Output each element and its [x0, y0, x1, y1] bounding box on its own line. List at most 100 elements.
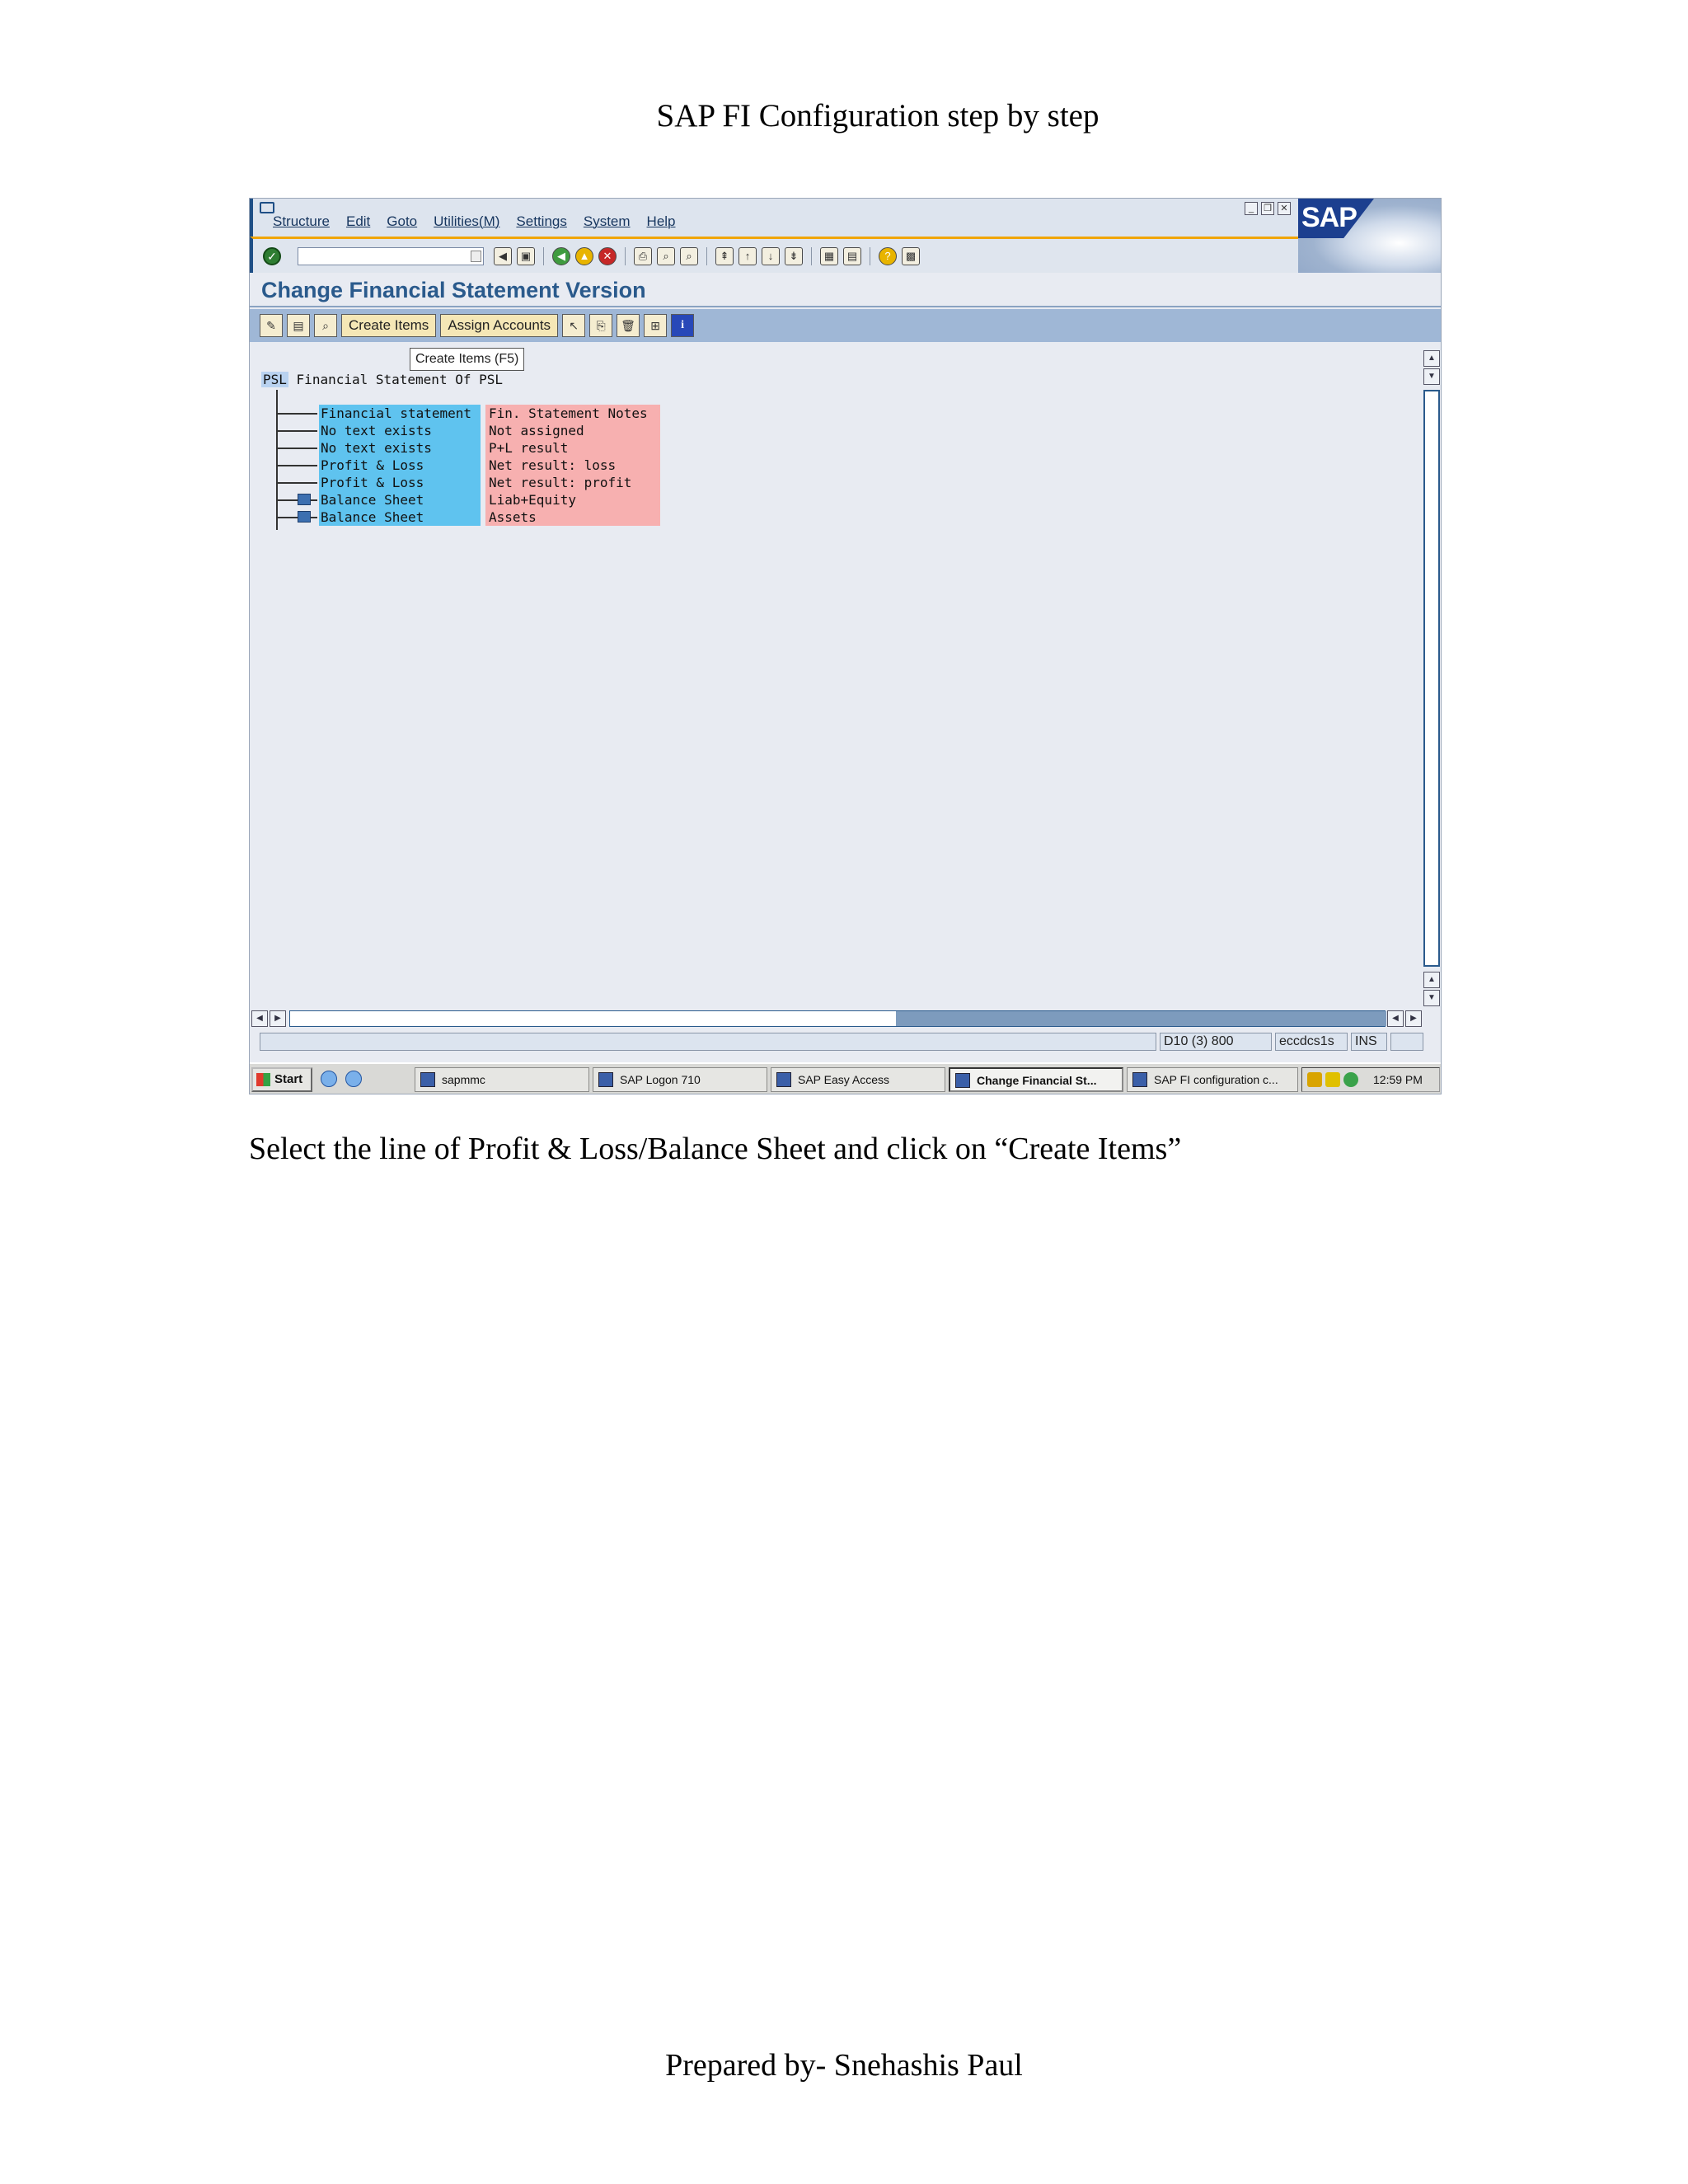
application-toolbar: ✎ ▤ ⌕ Create Items Assign Accounts ↖ ⎘ 🗑… [250, 309, 1441, 342]
select-cursor-icon[interactable]: ↖ [562, 314, 586, 337]
tree-node-text: Balance Sheet [319, 491, 481, 509]
status-mode[interactable]: INS [1351, 1033, 1387, 1051]
tree-root-text: Financial Statement Of PSL [296, 372, 503, 387]
info-icon[interactable]: i [671, 314, 695, 337]
display-change-icon[interactable]: ▤ [287, 314, 310, 337]
standard-toolbar: ✓ ◀ ▣ ◀ ▲ ✕ ⎙ ⌕ ⌕ ⇞ ↑ ↓ ⇟ ▦ ▤ ? ▩ [250, 237, 1298, 273]
start-button[interactable]: Start [251, 1067, 312, 1092]
standard-toolbar-icons: ◀ ▣ ◀ ▲ ✕ ⎙ ⌕ ⌕ ⇞ ↑ ↓ ⇟ ▦ ▤ ? ▩ [494, 247, 920, 265]
toolbar-separator [811, 247, 812, 265]
folder-expand-icon[interactable] [298, 511, 311, 523]
horizontal-scrollbar[interactable]: ◀ ▶ ◀ ▶ [250, 1010, 1441, 1028]
delete-trash-icon[interactable]: 🗑 [617, 314, 640, 337]
tree-branch-line [276, 499, 317, 501]
vertical-scroll-track[interactable] [1423, 390, 1440, 967]
document-caption: Select the line of Profit & Loss/Balance… [249, 1132, 1182, 1166]
page-up-icon[interactable]: ▲ [1423, 972, 1440, 988]
tree-root[interactable]: PSL Financial Statement Of PSL [261, 372, 503, 387]
task-sap-logon[interactable]: SAP Logon 710 [593, 1067, 767, 1092]
tree-branch-line [276, 413, 317, 415]
hierarchy-icon[interactable]: ⊞ [644, 314, 668, 337]
scroll-up-icon[interactable]: ▲ [1423, 350, 1440, 367]
other-version-icon[interactable]: ⌕ [314, 314, 337, 337]
document-footer: Prepared by- Snehashis Paul [665, 2048, 1023, 2083]
create-items-button[interactable]: Create Items [341, 314, 437, 337]
tree-node-text: Profit & Loss [319, 457, 481, 474]
cancel-icon[interactable]: ✕ [598, 247, 617, 265]
system-menu-icon[interactable] [260, 202, 274, 213]
menu-system[interactable]: System [584, 213, 631, 235]
minimize-icon[interactable]: _ [1245, 202, 1258, 215]
tree-node-text: No text exists [319, 439, 481, 457]
print-icon[interactable]: ⎙ [634, 247, 652, 265]
toolbar-separator [543, 247, 544, 265]
horizontal-scroll-track[interactable] [289, 1010, 1386, 1027]
screen-title: Change Financial Statement Version [261, 278, 646, 302]
command-field[interactable] [298, 247, 484, 265]
scroll-down-icon[interactable]: ▼ [1423, 990, 1440, 1006]
menu-settings[interactable]: Settings [516, 213, 566, 235]
tree-root-key: PSL [261, 372, 288, 387]
status-resize-grip-icon[interactable] [1390, 1033, 1423, 1051]
menu-bar: Structure Edit Goto Utilities(M) Setting… [273, 213, 676, 235]
page-down-icon[interactable]: ▼ [1423, 368, 1440, 385]
folder-expand-icon[interactable] [298, 494, 311, 505]
close-icon[interactable]: ✕ [1278, 202, 1291, 215]
new-session-icon[interactable]: ▦ [820, 247, 838, 265]
enter-check-icon[interactable]: ✓ [263, 247, 281, 265]
status-system[interactable]: D10 (3) 800 [1160, 1033, 1272, 1051]
vertical-scrollbar[interactable]: ▲ ▼ ▲ ▼ [1423, 349, 1441, 1010]
scroll-right-icon[interactable]: ▶ [1405, 1010, 1422, 1027]
tray-clock: 12:59 PM [1373, 1073, 1423, 1086]
previous-page-icon[interactable]: ↑ [738, 247, 757, 265]
scroll-left-end-icon[interactable]: ◀ [1387, 1010, 1404, 1027]
task-sapmmc[interactable]: sapmmc [415, 1067, 589, 1092]
tree-node-value: Not assigned [485, 422, 660, 439]
layout-menu-icon[interactable]: ▩ [902, 247, 920, 265]
assign-accounts-button[interactable]: Assign Accounts [440, 314, 559, 337]
task-word-icon [1132, 1072, 1147, 1087]
last-page-icon[interactable]: ⇟ [785, 247, 803, 265]
horizontal-scroll-thumb[interactable] [896, 1011, 1386, 1026]
system-tray: 12:59 PM [1301, 1067, 1440, 1092]
back-arrow-icon[interactable]: ◀ [494, 247, 512, 265]
command-dropdown-icon[interactable] [471, 251, 481, 262]
next-page-icon[interactable]: ↓ [762, 247, 780, 265]
help-icon[interactable]: ? [879, 247, 897, 265]
restore-icon[interactable]: ❐ [1261, 202, 1274, 215]
tree-connector [276, 390, 278, 530]
menu-edit[interactable]: Edit [346, 213, 370, 235]
exit-icon[interactable]: ▲ [575, 247, 593, 265]
tray-warning-icon[interactable] [1325, 1072, 1340, 1087]
task-label: Change Financial St... [977, 1074, 1097, 1087]
menu-structure[interactable]: Structure [273, 213, 330, 235]
tree-node-text: Profit & Loss [319, 474, 481, 491]
first-page-icon[interactable]: ⇞ [715, 247, 734, 265]
save-icon[interactable]: ▣ [517, 247, 535, 265]
back-icon[interactable]: ◀ [552, 247, 570, 265]
task-sap-easy-access[interactable]: SAP Easy Access [771, 1067, 945, 1092]
tree-node-value: Fin. Statement Notes [485, 405, 660, 422]
task-sap-fi-configuration[interactable]: SAP FI configuration c... [1127, 1067, 1298, 1092]
tree-node-value: Net result: profit [485, 474, 660, 491]
scroll-right-small-icon[interactable]: ▶ [270, 1010, 286, 1027]
menu-goto[interactable]: Goto [387, 213, 417, 235]
status-bar: D10 (3) 800 eccdcs1s INS [250, 1029, 1441, 1054]
tree-branch-line [276, 517, 317, 518]
shortcut-icon[interactable]: ▤ [843, 247, 861, 265]
menu-utilities[interactable]: Utilities(M) [434, 213, 499, 235]
menu-help[interactable]: Help [647, 213, 676, 235]
reassign-icon[interactable]: ⎘ [589, 314, 613, 337]
task-app-icon [955, 1073, 970, 1088]
tray-status-icon[interactable] [1343, 1072, 1358, 1087]
task-change-financial[interactable]: Change Financial St... [949, 1067, 1123, 1092]
scroll-left-icon[interactable]: ◀ [251, 1010, 268, 1027]
quick-launch-browser-icon[interactable] [345, 1071, 362, 1087]
change-pencil-icon[interactable]: ✎ [260, 314, 283, 337]
find-next-icon[interactable]: ⌕ [680, 247, 698, 265]
tray-folder-icon[interactable] [1307, 1072, 1322, 1087]
quick-launch-desktop-icon[interactable] [321, 1071, 337, 1087]
find-icon[interactable]: ⌕ [657, 247, 675, 265]
task-app-icon [598, 1072, 613, 1087]
tree-branch-line [276, 465, 317, 466]
